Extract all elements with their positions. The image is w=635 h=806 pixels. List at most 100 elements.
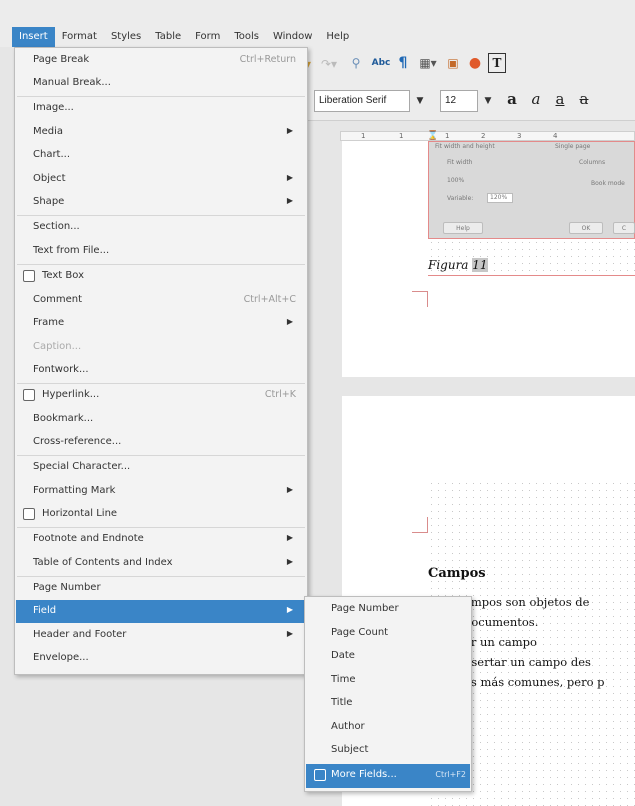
font-name-dropdown-icon[interactable]: ▼ [413,91,427,111]
menu-item-text-box[interactable]: Text Box [16,265,306,288]
ruler-mark: 1 [361,132,366,140]
menu-item-image[interactable]: Image... [16,97,306,120]
insert-text-box-icon[interactable]: T [488,53,506,73]
insert-table-icon[interactable]: ▦▾ [416,54,440,72]
menu-item-label: Chart... [33,149,71,160]
menu-item-text-from-file[interactable]: Text from File... [16,240,306,263]
paragraph-line: ar un campo [464,635,537,649]
menu-item-bookmark[interactable]: Bookmark... [16,408,306,431]
ruler-mark: 3 [517,132,522,140]
font-size-combo[interactable]: 12 [440,90,478,112]
menu-item-toc-index[interactable]: Table of Contents and Index ▶ [16,552,306,575]
menu-item-envelope[interactable]: Envelope... [16,647,306,670]
thumb-text: 120% [487,193,513,203]
menu-item-header-footer[interactable]: Header and Footer ▶ [16,624,306,647]
menu-item-page-number[interactable]: Page Number [16,577,306,600]
field-time[interactable]: Time [306,669,470,693]
insert-chart-icon[interactable]: ● [466,54,484,72]
strikethrough-icon[interactable]: a [574,89,594,109]
italic-icon[interactable]: a [526,89,546,109]
caption-number-field[interactable]: 11 [472,258,488,272]
font-size-dropdown-icon[interactable]: ▼ [481,91,495,111]
menu-item-manual-break[interactable]: Manual Break... [16,72,306,95]
embedded-screenshot-image: Fit width and height Single page Fit wid… [428,141,635,239]
field-title[interactable]: Title [306,692,470,716]
menu-item-shape[interactable]: Shape ▶ [16,191,306,214]
menu-insert[interactable]: Insert [12,27,55,47]
find-replace-icon[interactable]: ⚲ [346,54,366,72]
menu-item-hyperlink[interactable]: Hyperlink... Ctrl+K [16,384,306,407]
menu-item-cross-reference[interactable]: Cross-reference... [16,431,306,454]
menu-item-label: Formatting Mark [33,485,116,496]
heading-campos: Campos [428,566,486,581]
thumb-text: Book mode [591,180,625,187]
field-author[interactable]: Author [306,716,470,740]
paragraph-line: nsertar un campo des [464,655,591,669]
submenu-item-label: Subject [331,744,369,755]
hyperlink-icon [23,389,35,401]
menu-help[interactable]: Help [319,27,356,47]
field-page-count[interactable]: Page Count [306,622,470,646]
menu-item-shortcut: Ctrl+Return [239,54,296,65]
menu-item-horizontal-line[interactable]: Horizontal Line [16,503,306,526]
menu-table[interactable]: Table [148,27,188,47]
text-boundary-corner [412,517,428,533]
menu-item-label: Frame [33,317,65,328]
menu-item-label: Footnote and Endnote [33,533,144,544]
underline-icon[interactable]: a [550,89,570,109]
menu-item-footnote-endnote[interactable]: Footnote and Endnote ▶ [16,528,306,551]
menu-item-label: Image... [33,102,74,113]
menu-item-caption: Caption... [16,336,306,359]
font-name-value: Liberation Serif [319,95,387,106]
menu-item-media[interactable]: Media ▶ [16,121,306,144]
bold-icon[interactable]: a [502,89,522,109]
formatting-marks-icon[interactable]: ¶ [396,54,410,72]
image-caption: Figura 11 [428,258,488,272]
thumb-text: Variable: [447,195,474,202]
menu-item-frame[interactable]: Frame ▶ [16,312,306,335]
menu-item-label: Field [33,605,57,616]
submenu-arrow-icon: ▶ [286,317,293,326]
standard-toolbar: ↶▾ ↷▾ ⚲ Abc ¶ ▦▾ ▣ ● T [290,47,635,81]
field-more-fields[interactable]: More Fields... Ctrl+F2 [306,764,470,788]
ruler-indent-marker[interactable]: ⌛ [427,131,438,141]
menu-item-label: Bookmark... [33,413,94,424]
submenu-arrow-icon: ▶ [286,605,293,614]
horizontal-line-icon [23,508,35,520]
font-name-combo[interactable]: Liberation Serif [314,90,410,112]
formatting-toolbar: Liberation Serif ▼ 12 ▼ a a a a [300,81,635,121]
menu-styles[interactable]: Styles [104,27,148,47]
menu-item-section[interactable]: Section... [16,216,306,239]
menu-item-page-break[interactable]: Page Break Ctrl+Return [16,49,306,72]
submenu-arrow-icon: ▶ [286,629,293,638]
horizontal-ruler[interactable]: 1 1 ⌛ 1 2 3 4 [340,131,635,141]
thumb-text: Columns [579,159,606,166]
menu-item-label: Horizontal Line [42,508,118,519]
thumb-text: Help [443,222,483,234]
field-subject[interactable]: Subject [306,739,470,763]
menu-item-field[interactable]: Field ▶ [16,600,306,624]
menu-item-label: Text Box [42,270,84,281]
field-page-number[interactable]: Page Number [306,598,470,622]
menu-item-label: Table of Contents and Index [33,557,173,568]
menu-tools[interactable]: Tools [227,27,266,47]
menu-item-shortcut: Ctrl+K [264,389,296,400]
menu-item-fontwork[interactable]: Fontwork... [16,359,306,382]
ruler-mark: 4 [553,132,558,140]
menu-item-chart[interactable]: Chart... [16,144,306,167]
menu-item-label: Page Number [33,582,101,593]
submenu-arrow-icon: ▶ [286,557,293,566]
ruler-mark: 1 [445,132,450,140]
menu-item-comment[interactable]: Comment Ctrl+Alt+C [16,289,306,312]
menu-format[interactable]: Format [55,27,104,47]
insert-image-icon[interactable]: ▣ [444,54,462,72]
menu-window[interactable]: Window [266,27,319,47]
redo-icon[interactable]: ↷▾ [318,56,340,72]
paragraph-line: documentos. [464,615,539,629]
menu-item-special-character[interactable]: Special Character... [16,456,306,479]
field-date[interactable]: Date [306,645,470,669]
menu-form[interactable]: Form [188,27,227,47]
menu-item-formatting-mark[interactable]: Formatting Mark ▶ [16,480,306,503]
spelling-icon[interactable]: Abc [370,53,392,73]
menu-item-object[interactable]: Object ▶ [16,168,306,191]
